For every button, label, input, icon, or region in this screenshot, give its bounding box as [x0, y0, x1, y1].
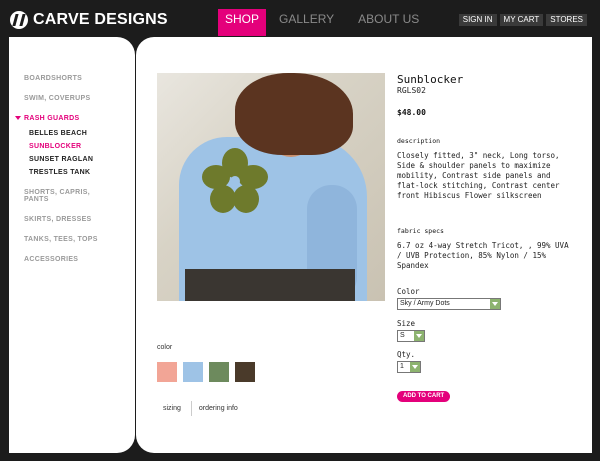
color-option-label: Color: [397, 287, 420, 296]
brand-logo[interactable]: CARVE DESIGNS: [10, 11, 168, 29]
swatch-army[interactable]: [209, 362, 229, 382]
swatch-sky[interactable]: [183, 362, 203, 382]
chevron-down-icon: [410, 362, 420, 372]
size-select[interactable]: S: [397, 330, 425, 342]
description-label: description: [397, 137, 441, 145]
product-panel: color sizing ordering info Sunblocker RG…: [136, 37, 592, 453]
swatch-brown[interactable]: [235, 362, 255, 382]
add-to-cart-button[interactable]: ADD TO CART: [397, 391, 451, 402]
category-shorts[interactable]: SHORTS, CAPRIS, PANTS: [24, 189, 134, 203]
stores-button[interactable]: STORES: [546, 14, 587, 26]
nav-about[interactable]: ABOUT US: [351, 9, 426, 36]
my-cart-button[interactable]: MY CART: [499, 14, 544, 26]
info-links: sizing ordering info: [163, 401, 238, 416]
sign-in-button[interactable]: SIGN IN: [458, 14, 497, 26]
description-text: Closely fitted, 3" neck, Long torso, Sid…: [397, 151, 560, 200]
subcategory-belles-beach[interactable]: BELLES BEACH: [29, 130, 134, 137]
size-option-label: Size: [397, 319, 416, 328]
brand-name: CARVE DESIGNS: [33, 11, 168, 28]
category-shorts-line2: PANTS: [24, 196, 49, 203]
hibiscus-flower-icon: [202, 148, 268, 213]
subcategory-trestles-tank[interactable]: TRESTLES TANK: [29, 169, 134, 176]
fabric-label: fabric specs: [397, 227, 444, 235]
logo-icon: [10, 11, 28, 29]
color-swatches: [157, 362, 255, 382]
category-shorts-line1: SHORTS, CAPRIS,: [24, 189, 90, 196]
link-divider: [190, 401, 192, 416]
color-select-value: Sky / Army Dots: [400, 300, 450, 307]
utility-nav: SIGN IN MY CART STORES: [458, 14, 587, 26]
nav-shop[interactable]: SHOP: [218, 9, 267, 36]
color-select[interactable]: Sky / Army Dots: [397, 298, 501, 310]
size-select-value: S: [400, 332, 405, 339]
category-boardshorts[interactable]: BOARDSHORTS: [24, 75, 134, 82]
product-photo: [157, 73, 385, 301]
category-swim[interactable]: SWIM, COVERUPS: [24, 95, 134, 102]
qty-option-label: Qty.: [397, 350, 416, 359]
swatch-label: color: [157, 344, 173, 351]
swatch-pink[interactable]: [157, 362, 177, 382]
product-sku: RGLS02: [397, 86, 426, 95]
ordering-info-link[interactable]: ordering info: [199, 405, 238, 412]
qty-select[interactable]: 1: [397, 361, 421, 373]
fabric-text: 6.7 oz 4-way Stretch Tricot, , 99% UVA /…: [397, 241, 569, 270]
qty-select-value: 1: [400, 363, 404, 370]
category-accessories[interactable]: ACCESSORIES: [24, 256, 134, 263]
category-tanks[interactable]: TANKS, TEES, TOPS: [24, 236, 134, 243]
nav-gallery[interactable]: GALLERY: [272, 9, 341, 36]
subcategory-sunset-raglan[interactable]: SUNSET RAGLAN: [29, 156, 134, 163]
category-panel: BOARDSHORTS SWIM, COVERUPS RASH GUARDS B…: [9, 37, 135, 453]
main-nav: SHOP GALLERY ABOUT US: [218, 9, 426, 36]
chevron-down-icon: [490, 299, 500, 309]
photo-hair: [235, 73, 353, 155]
product-price: $48.00: [397, 108, 426, 117]
product-details: Sunblocker RGLS02 $48.00 description Clo…: [397, 74, 577, 271]
chevron-down-icon: [414, 331, 424, 341]
category-skirts[interactable]: SKIRTS, DRESSES: [24, 216, 134, 223]
product-name: Sunblocker: [397, 73, 464, 86]
photo-shorts: [185, 269, 355, 301]
category-menu: BOARDSHORTS SWIM, COVERUPS RASH GUARDS B…: [15, 75, 134, 276]
subcategory-sunblocker[interactable]: SUNBLOCKER: [29, 143, 134, 150]
sizing-link[interactable]: sizing: [163, 405, 181, 412]
category-rash-guards[interactable]: RASH GUARDS: [15, 115, 134, 122]
